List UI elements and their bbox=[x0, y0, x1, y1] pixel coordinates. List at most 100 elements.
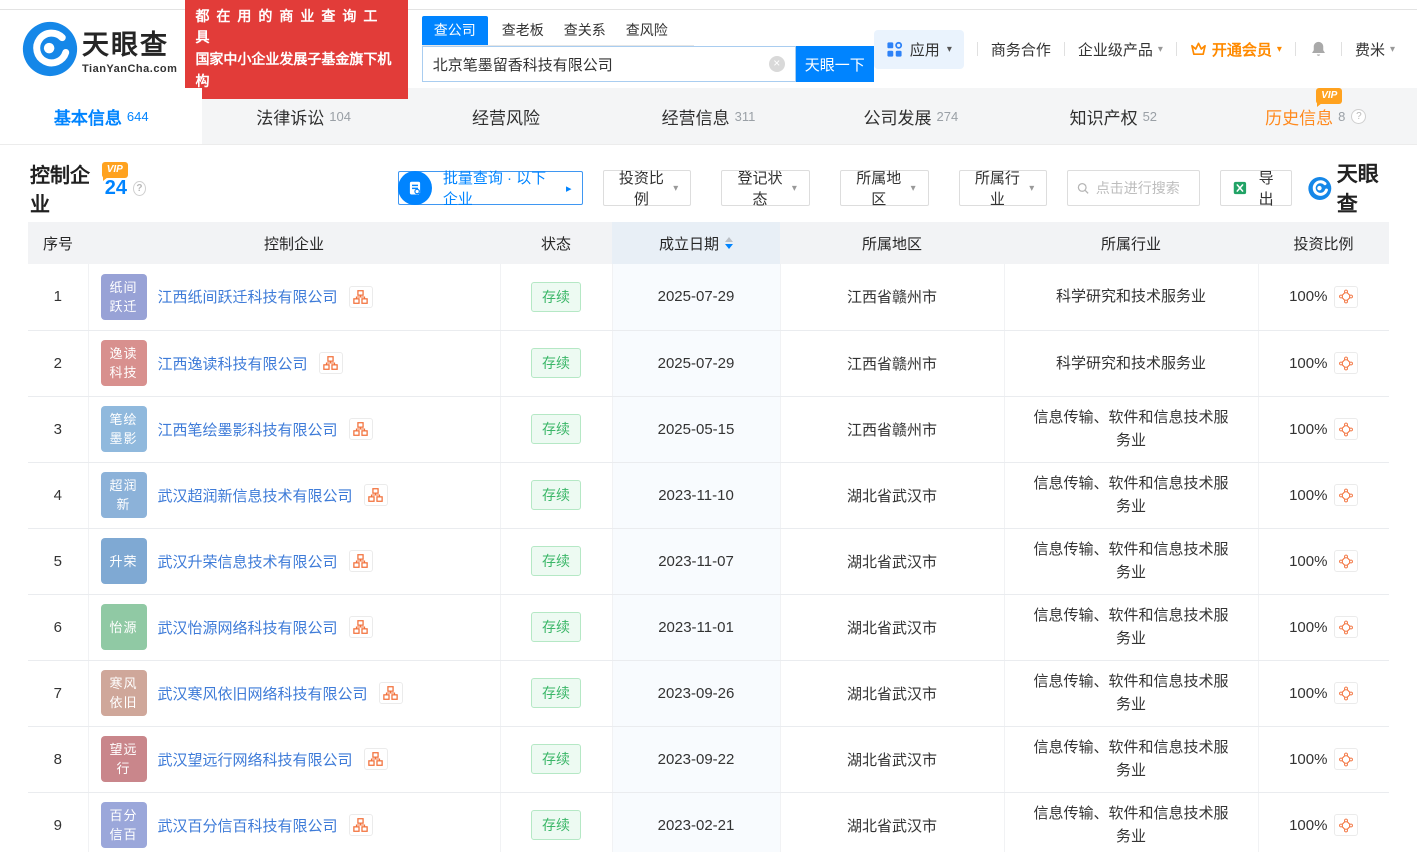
equity-chart-glyph bbox=[353, 554, 368, 568]
industry: 信息传输、软件和信息技术服务业 bbox=[1004, 528, 1259, 595]
equity-ratio-glyph bbox=[1339, 620, 1354, 634]
equity-ratio-icon[interactable] bbox=[1334, 484, 1359, 506]
region: 江西省赣州市 bbox=[780, 330, 1005, 397]
company-link[interactable]: 武汉升荣信息技术有限公司 bbox=[158, 551, 338, 572]
industry: 信息传输、软件和信息技术服务业 bbox=[1004, 462, 1259, 529]
filter-registration-status[interactable]: 登记状态 ▾ bbox=[721, 170, 810, 208]
invest-ratio: 100% bbox=[1289, 354, 1328, 372]
equity-ratio-icon[interactable] bbox=[1334, 682, 1359, 704]
top-menu: 应用 ▾ 商务合作 企业级产品 ▾ 开通会员 ▾ 费米 ▾ bbox=[873, 29, 1395, 69]
filter-industry[interactable]: 所属行业 ▾ bbox=[958, 170, 1048, 208]
table-row: 1 纸间 跃迁 江西纸间跃迁科技有限公司 存续 2025-07-29 江西省赣州市 科学研究和… bbox=[28, 264, 1389, 331]
company-link[interactable]: 江西笔绘墨影科技有限公司 bbox=[158, 419, 338, 440]
top-bar: 天眼查 TianYanCha.com 都在用的商业查询工具 国家中小企业发展子基… bbox=[0, 0, 1417, 100]
equity-structure-icon[interactable] bbox=[363, 484, 388, 506]
tianyancha-logo[interactable]: 天眼查 TianYanCha.com bbox=[22, 21, 177, 77]
apps-menu[interactable]: 应用 ▾ bbox=[873, 29, 964, 69]
brand-watermark: 天眼查 bbox=[1308, 158, 1392, 218]
menu-divider bbox=[1063, 42, 1065, 56]
promo-line1: 都在用的商业查询工具 bbox=[195, 7, 385, 46]
col-industry: 所属行业 bbox=[1004, 222, 1258, 264]
equity-ratio-icon[interactable] bbox=[1334, 814, 1359, 836]
establish-date: 2025-05-15 bbox=[612, 396, 781, 463]
bell-icon[interactable] bbox=[1309, 39, 1328, 59]
list-search-input[interactable] bbox=[1095, 180, 1191, 196]
chevron-down-icon: ▾ bbox=[910, 182, 916, 194]
tab-company-development[interactable]: 公司发展 274 bbox=[810, 88, 1012, 144]
equity-ratio-glyph bbox=[1339, 422, 1354, 436]
col-index: 序号 bbox=[28, 222, 88, 264]
row-index: 7 bbox=[28, 660, 89, 727]
col-region: 所属地区 bbox=[780, 222, 1004, 264]
search-input[interactable] bbox=[432, 55, 769, 73]
help-icon[interactable]: ? bbox=[1351, 108, 1367, 124]
user-menu[interactable]: 费米 ▾ bbox=[1355, 39, 1395, 60]
logo-title: 天眼查 bbox=[82, 30, 169, 60]
tab-basic-info[interactable]: 基本信息 644 bbox=[0, 88, 203, 144]
region: 湖北省武汉市 bbox=[780, 660, 1005, 727]
equity-chart-glyph bbox=[383, 686, 398, 700]
help-icon[interactable]: ? bbox=[132, 180, 146, 196]
tianyancha-logo-icon bbox=[22, 21, 78, 77]
equity-ratio-icon[interactable] bbox=[1334, 550, 1359, 572]
tab-intellectual-property[interactable]: 知识产权 52 bbox=[1012, 88, 1214, 144]
tab-operation-risk[interactable]: 经营风险 bbox=[405, 88, 607, 144]
company-link[interactable]: 江西逸读科技有限公司 bbox=[158, 353, 308, 374]
table-row: 4 超润新武汉超润新信息技术有限公司 存续 2023-11-10 湖北省武汉市 信息传输、… bbox=[28, 462, 1389, 529]
industry: 信息传输、软件和信息技术服务业 bbox=[1004, 396, 1259, 463]
company-link[interactable]: 江西纸间跃迁科技有限公司 bbox=[158, 286, 338, 307]
company-link[interactable]: 武汉百分信百科技有限公司 bbox=[158, 815, 338, 836]
establish-date: 2023-09-26 bbox=[612, 660, 781, 727]
filter-invest-ratio[interactable]: 投资比例 ▾ bbox=[602, 170, 692, 208]
equity-ratio-icon[interactable] bbox=[1334, 285, 1359, 308]
chevron-down-icon: ▾ bbox=[673, 182, 679, 194]
invest-ratio: 100% bbox=[1289, 486, 1328, 504]
equity-structure-icon[interactable] bbox=[348, 814, 373, 836]
equity-chart-glyph bbox=[368, 752, 383, 766]
company-avatar: 寒风 依旧 bbox=[100, 670, 147, 716]
equity-ratio-icon[interactable] bbox=[1334, 418, 1359, 440]
status-badge: 存续 bbox=[531, 744, 581, 774]
equity-structure-icon[interactable] bbox=[378, 682, 403, 704]
search-icon bbox=[1078, 182, 1089, 194]
invest-ratio: 100% bbox=[1289, 684, 1328, 702]
sort-control[interactable] bbox=[725, 237, 733, 249]
tab-legal-proceedings[interactable]: 法律诉讼 104 bbox=[202, 88, 404, 144]
equity-structure-icon[interactable] bbox=[348, 550, 373, 572]
equity-ratio-glyph bbox=[1339, 488, 1354, 502]
equity-ratio-icon[interactable] bbox=[1334, 748, 1359, 770]
menu-business-coop[interactable]: 商务合作 bbox=[991, 39, 1051, 60]
tab-label: 知识产权 bbox=[1069, 108, 1138, 128]
equity-structure-icon[interactable] bbox=[348, 616, 373, 638]
equity-ratio-glyph bbox=[1339, 289, 1354, 304]
enterprise-label: 企业级产品 bbox=[1077, 41, 1153, 59]
search-tab-relation[interactable]: 查关系 bbox=[564, 16, 606, 45]
filter-region[interactable]: 所属地区 ▾ bbox=[839, 170, 929, 208]
open-vip-link[interactable]: 开通会员 ▾ bbox=[1190, 39, 1282, 60]
equity-ratio-icon[interactable] bbox=[1334, 352, 1359, 374]
equity-structure-icon[interactable] bbox=[348, 418, 373, 440]
row-index: 2 bbox=[28, 330, 89, 397]
menu-enterprise-products[interactable]: 企业级产品 ▾ bbox=[1078, 39, 1163, 60]
industry: 科学研究和技术服务业 bbox=[1004, 264, 1259, 331]
table-row: 2 逸读 科技 江西逸读科技有限公司 存续 2025-07-29 江西省赣州市 科学研究和技术… bbox=[28, 330, 1389, 397]
company-link[interactable]: 武汉寒风依旧网络科技有限公司 bbox=[158, 683, 368, 704]
invest-ratio: 100% bbox=[1289, 288, 1328, 306]
search-tab-boss[interactable]: 查老板 bbox=[502, 16, 544, 45]
export-button[interactable]: 导出 bbox=[1220, 170, 1293, 208]
search-button[interactable]: 天眼一下 bbox=[795, 46, 874, 82]
company-link[interactable]: 武汉望远行网络科技有限公司 bbox=[158, 749, 353, 770]
equity-structure-icon[interactable] bbox=[318, 352, 343, 374]
batch-query-button[interactable]: 批量查询 · 以下企业 ▸ bbox=[397, 170, 583, 208]
equity-structure-icon[interactable] bbox=[348, 285, 373, 308]
tab-operation-info[interactable]: 经营信息 311 bbox=[607, 88, 809, 144]
clear-icon[interactable]: × bbox=[768, 56, 785, 72]
equity-structure-icon[interactable] bbox=[363, 748, 388, 770]
search-tab-company[interactable]: 查公司 bbox=[421, 16, 488, 45]
excel-icon bbox=[1234, 181, 1247, 195]
company-link[interactable]: 武汉怡源网络科技有限公司 bbox=[158, 617, 338, 638]
tab-history-info[interactable]: VIP 历史信息 8 ? bbox=[1215, 87, 1417, 144]
company-link[interactable]: 武汉超润新信息技术有限公司 bbox=[158, 485, 353, 506]
equity-ratio-icon[interactable] bbox=[1334, 616, 1359, 638]
search-tab-risk[interactable]: 查风险 bbox=[626, 16, 668, 45]
